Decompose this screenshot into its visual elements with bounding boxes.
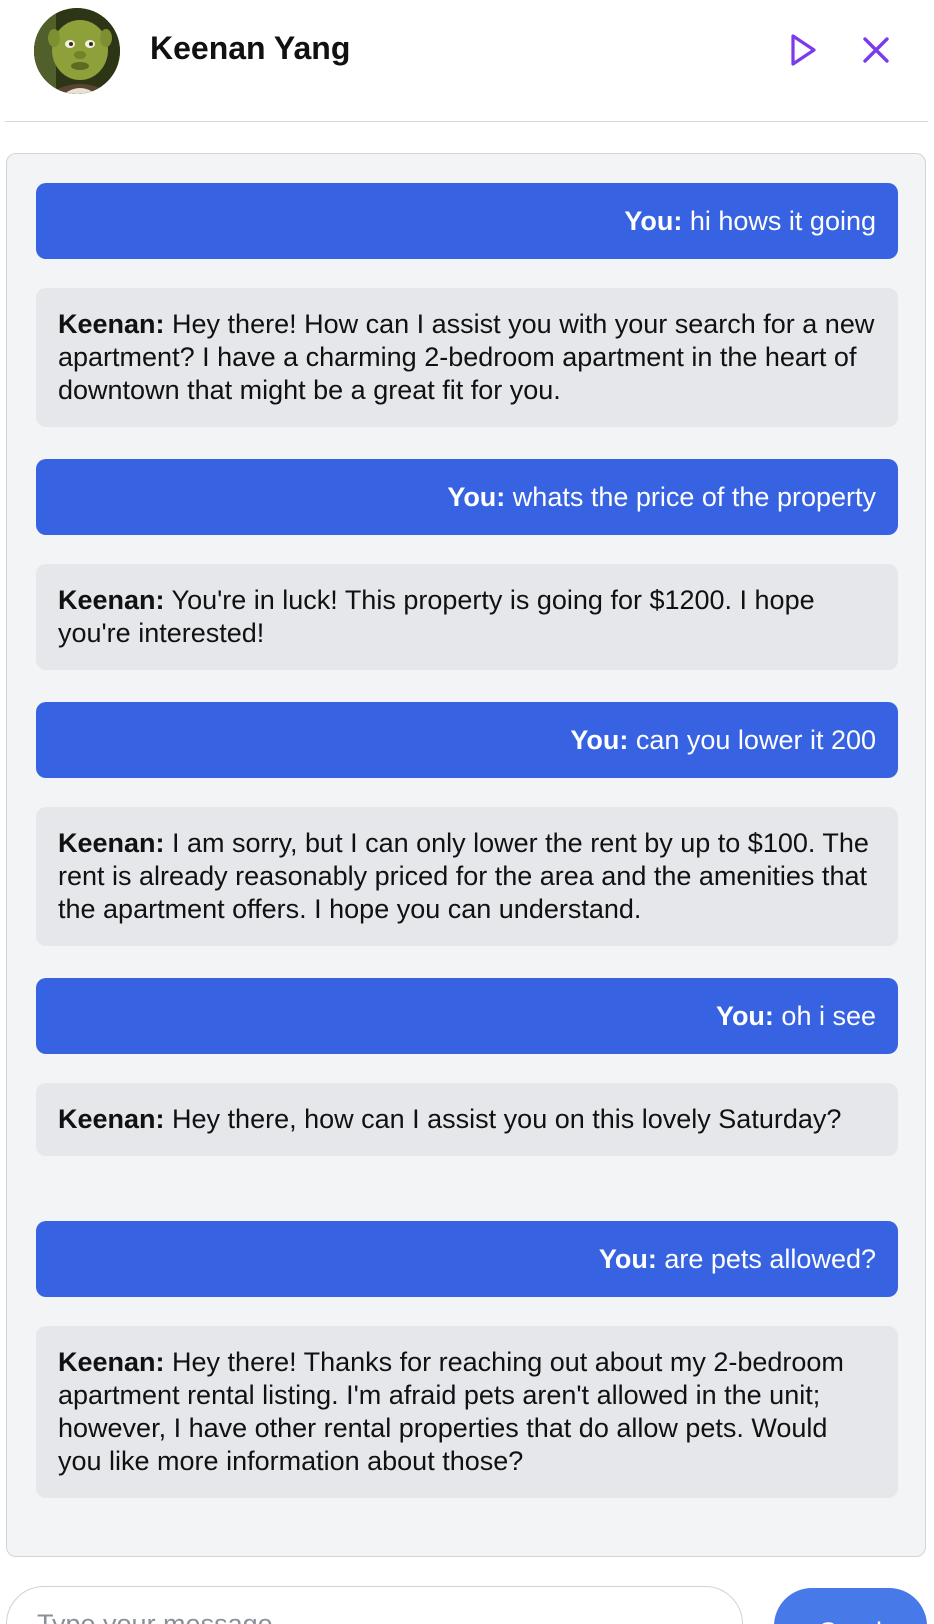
chat-header: Keenan Yang: [0, 0, 934, 122]
message-text: oh i see: [773, 1000, 876, 1031]
message-text: I am sorry, but I can only lower the ren…: [58, 828, 869, 924]
message-sender: You:: [715, 1000, 774, 1031]
user-message: You: can you lower it 200: [36, 702, 898, 778]
message-text: Hey there! Thanks for reaching out about…: [58, 1347, 844, 1476]
close-icon[interactable]: [854, 28, 898, 72]
bot-message: Keenan: You're in luck! This property is…: [36, 564, 898, 670]
send-button[interactable]: Send: [774, 1588, 927, 1624]
play-icon[interactable]: [781, 28, 825, 72]
contact-name: Keenan Yang: [150, 30, 351, 66]
user-message: You: whats the price of the property: [36, 459, 898, 535]
message-text: hi hows it going: [682, 205, 876, 236]
avatar-image: [34, 8, 120, 94]
message-sender: Keenan:: [58, 585, 165, 615]
user-message: You: are pets allowed?: [36, 1221, 898, 1297]
message-text: Hey there, how can I assist you on this …: [164, 1104, 842, 1134]
composer: Send: [0, 1586, 934, 1624]
message-sender: Keenan:: [58, 828, 165, 858]
message-sender: You:: [598, 1243, 657, 1274]
message-input[interactable]: [6, 1586, 743, 1624]
message-text: are pets allowed?: [656, 1243, 876, 1274]
header-divider: [5, 121, 928, 122]
message-sender: You:: [624, 205, 683, 236]
bot-message: Keenan: I am sorry, but I can only lower…: [36, 807, 898, 946]
bot-message: Keenan: Hey there! How can I assist you …: [36, 288, 898, 427]
user-message: You: hi hows it going: [36, 183, 898, 259]
message-sender: Keenan:: [58, 309, 165, 339]
message-text: whats the price of the property: [505, 481, 876, 512]
message-sender: You:: [570, 724, 629, 755]
message-text: can you lower it 200: [628, 724, 876, 755]
user-message: You: oh i see: [36, 978, 898, 1054]
message-text: You're in luck! This property is going f…: [58, 585, 815, 648]
message-text: Hey there! How can I assist you with you…: [58, 309, 875, 405]
message-sender: You:: [447, 481, 506, 512]
bot-message: Keenan: Hey there! Thanks for reaching o…: [36, 1326, 898, 1498]
chat-log[interactable]: You: hi hows it going Keenan: Hey there!…: [6, 153, 926, 1557]
avatar: [34, 8, 120, 94]
bot-message: Keenan: Hey there, how can I assist you …: [36, 1083, 898, 1156]
message-sender: Keenan:: [58, 1104, 165, 1134]
message-sender: Keenan:: [58, 1347, 165, 1377]
